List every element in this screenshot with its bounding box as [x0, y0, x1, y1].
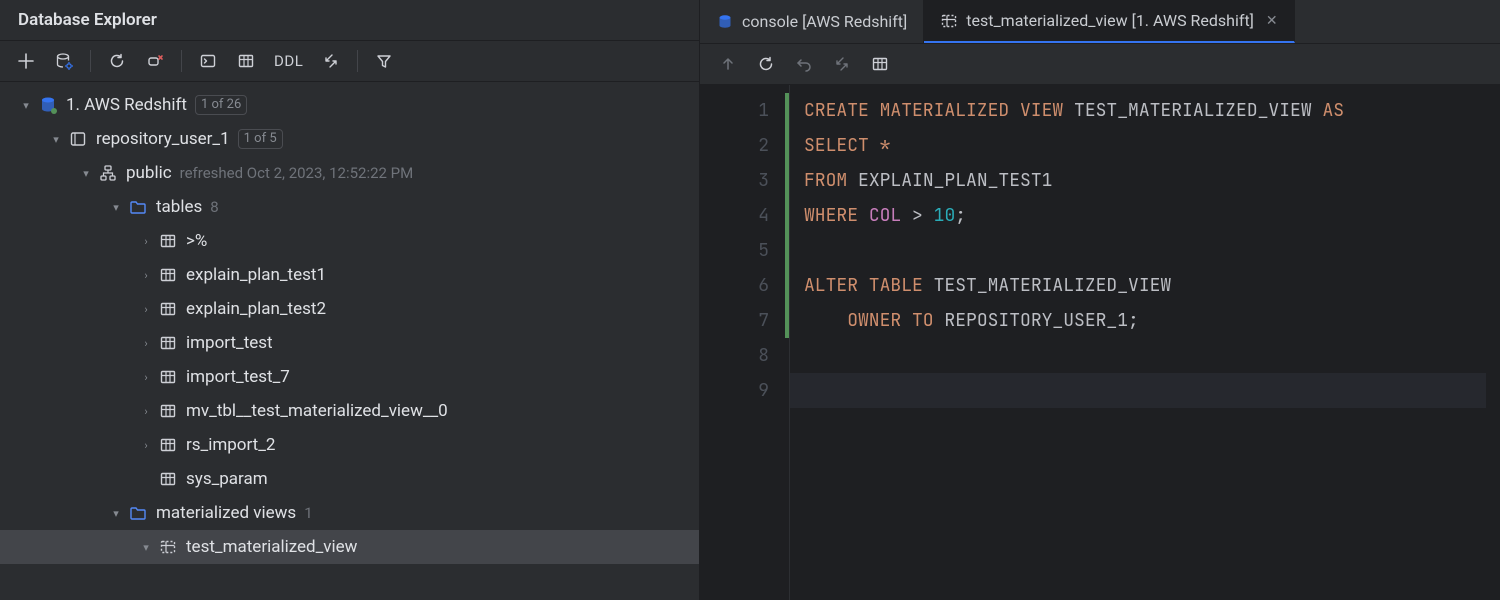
mviews-count: 1: [304, 504, 312, 522]
table-icon: [158, 265, 178, 285]
tree-table[interactable]: › explain_plan_test1: [0, 258, 699, 292]
tree-table[interactable]: › import_test: [0, 326, 699, 360]
database-label: repository_user_1: [96, 129, 230, 149]
table-label: mv_tbl__test_materialized_view__0: [186, 401, 448, 421]
tree-table[interactable]: › mv_tbl__test_materialized_view__0: [0, 394, 699, 428]
jump-to-console-icon[interactable]: [194, 47, 222, 75]
tables-group-label: tables: [156, 197, 202, 217]
table-icon: [158, 435, 178, 455]
table-label: import_test: [186, 333, 273, 353]
navigate-icon[interactable]: [828, 50, 856, 78]
table-label: explain_plan_test2: [186, 299, 326, 319]
ddl-button[interactable]: DDL: [270, 48, 307, 74]
editor-toolbar: [700, 44, 1500, 85]
tree-database[interactable]: ▾ repository_user_1 1 of 5: [0, 122, 699, 156]
chevron-right-icon[interactable]: ›: [138, 405, 154, 418]
chevron-right-icon[interactable]: ›: [138, 303, 154, 316]
table-view-icon[interactable]: [232, 47, 260, 75]
chevron-right-icon[interactable]: ›: [138, 235, 154, 248]
table-view-icon[interactable]: [866, 50, 894, 78]
sql-editor[interactable]: 123456789 CREATE MATERIALIZED VIEW TEST_…: [700, 85, 1500, 600]
tree-table[interactable]: sys_param: [0, 462, 699, 496]
table-icon: [158, 367, 178, 387]
tree-mviews-group[interactable]: ▾ materialized views 1: [0, 496, 699, 530]
materialized-view-icon: [940, 12, 958, 30]
table-icon: [158, 299, 178, 319]
folder-icon: [128, 197, 148, 217]
refresh-icon[interactable]: [752, 50, 780, 78]
database-tree[interactable]: ▾ 1. AWS Redshift 1 of 26 ▾ repository_u…: [0, 82, 699, 600]
tree-datasource[interactable]: ▾ 1. AWS Redshift 1 of 26: [0, 88, 699, 122]
table-icon: [158, 469, 178, 489]
undo-icon[interactable]: [790, 50, 818, 78]
chevron-down-icon[interactable]: ▾: [138, 541, 154, 554]
mviews-group-label: materialized views: [156, 503, 296, 523]
datasource-properties-icon[interactable]: [50, 47, 78, 75]
tree-table[interactable]: › explain_plan_test2: [0, 292, 699, 326]
chevron-right-icon[interactable]: ›: [138, 337, 154, 350]
tables-count: 8: [210, 198, 218, 216]
materialized-view-icon: [158, 537, 178, 557]
database-badge: 1 of 5: [238, 129, 283, 149]
chevron-down-icon[interactable]: ▾: [48, 133, 64, 146]
editor-panel: console [AWS Redshift] test_materialized…: [700, 0, 1500, 600]
table-icon: [158, 231, 178, 251]
schema-icon: [98, 163, 118, 183]
tab-console[interactable]: console [AWS Redshift]: [700, 0, 924, 43]
table-label: >%: [186, 231, 207, 251]
add-icon[interactable]: [12, 47, 40, 75]
explorer-toolbar: DDL: [0, 41, 699, 82]
upload-icon[interactable]: [714, 50, 742, 78]
redshift-icon: [716, 13, 734, 31]
tree-table[interactable]: › import_test_7: [0, 360, 699, 394]
close-icon[interactable]: ✕: [1266, 13, 1278, 29]
datasource-label: 1. AWS Redshift: [66, 95, 187, 115]
navigate-icon[interactable]: [317, 47, 345, 75]
tree-schema[interactable]: ▾ public refreshed Oct 2, 2023, 12:52:22…: [0, 156, 699, 190]
table-icon: [158, 401, 178, 421]
redshift-icon: [38, 95, 58, 115]
panel-title: Database Explorer: [0, 0, 699, 41]
schema-label: public: [126, 163, 172, 183]
table-label: rs_import_2: [186, 435, 275, 455]
tab-label: test_materialized_view [1. AWS Redshift]: [966, 11, 1254, 30]
database-explorer-panel: Database Explorer DDL: [0, 0, 700, 600]
chevron-right-icon[interactable]: ›: [138, 439, 154, 452]
tree-tables-group[interactable]: ▾ tables 8: [0, 190, 699, 224]
refresh-icon[interactable]: [103, 47, 131, 75]
chevron-down-icon[interactable]: ▾: [108, 507, 124, 520]
tree-table[interactable]: › >%: [0, 224, 699, 258]
chevron-right-icon[interactable]: ›: [138, 371, 154, 384]
schema-meta: refreshed Oct 2, 2023, 12:52:22 PM: [180, 164, 414, 182]
chevron-down-icon[interactable]: ▾: [108, 201, 124, 214]
filter-icon[interactable]: [370, 47, 398, 75]
datasource-badge: 1 of 26: [195, 95, 247, 115]
chevron-down-icon[interactable]: ▾: [18, 99, 34, 112]
disconnect-icon[interactable]: [141, 47, 169, 75]
chevron-right-icon[interactable]: ›: [138, 269, 154, 282]
tree-table[interactable]: › rs_import_2: [0, 428, 699, 462]
editor-tabs: console [AWS Redshift] test_materialized…: [700, 0, 1500, 44]
tab-materialized-view[interactable]: test_materialized_view [1. AWS Redshift]…: [924, 0, 1294, 43]
table-label: import_test_7: [186, 367, 290, 387]
tree-mview[interactable]: ▾ test_materialized_view: [0, 530, 699, 564]
editor-gutter: 123456789: [700, 85, 790, 600]
table-label: explain_plan_test1: [186, 265, 326, 285]
editor-code[interactable]: CREATE MATERIALIZED VIEW TEST_MATERIALIZ…: [790, 85, 1500, 600]
folder-icon: [128, 503, 148, 523]
mview-label: test_materialized_view: [186, 537, 357, 557]
database-icon: [68, 129, 88, 149]
table-label: sys_param: [186, 469, 268, 489]
tab-label: console [AWS Redshift]: [742, 12, 907, 31]
table-icon: [158, 333, 178, 353]
chevron-down-icon[interactable]: ▾: [78, 167, 94, 180]
